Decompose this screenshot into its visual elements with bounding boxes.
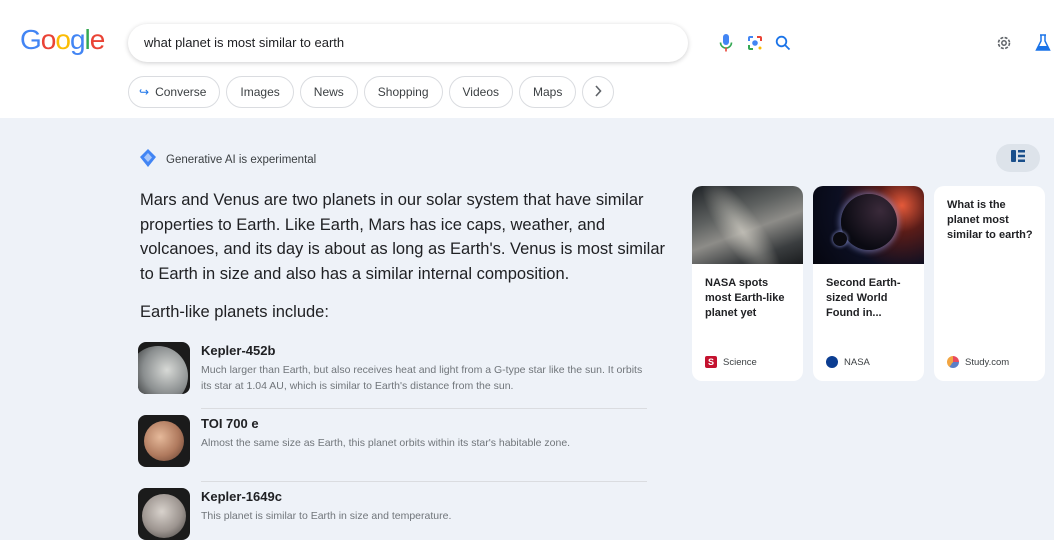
source-name: Study.com — [965, 356, 1010, 368]
logo-letter: g — [69, 24, 86, 55]
search-box[interactable]: what planet is most similar to earth — [128, 24, 791, 62]
kepler-1649c-image — [138, 488, 190, 540]
planet-thumbnail — [813, 186, 924, 264]
chip-images[interactable]: Images — [226, 76, 294, 108]
chip-converse[interactable]: ↪ Converse — [128, 76, 221, 108]
google-logo[interactable]: Google — [20, 24, 106, 56]
search-input[interactable]: what planet is most similar to earth — [144, 35, 344, 50]
chevron-right-icon — [594, 84, 602, 100]
source-name: Science — [723, 356, 757, 368]
logo-letter: e — [89, 24, 106, 55]
list-item[interactable]: Kepler-1649c This planet is similar to E… — [138, 488, 651, 540]
sge-sparkle-icon — [138, 148, 158, 171]
chip-label: Converse — [155, 85, 207, 99]
milky-way-thumbnail — [692, 186, 803, 264]
nasa-logo-icon — [826, 356, 838, 368]
settings-gear-icon[interactable] — [993, 32, 1015, 54]
planet-description: Much larger than Earth, but also receive… — [201, 364, 643, 392]
card-source: S Science — [705, 356, 757, 368]
card-title: NASA spots most Earth-like planet yet — [705, 277, 785, 319]
labs-flask-icon[interactable] — [1032, 32, 1054, 54]
list-item[interactable]: TOI 700 e Almost the same size as Earth,… — [138, 415, 651, 467]
divider — [201, 408, 647, 409]
source-card[interactable]: NASA spots most Earth-like planet yet S … — [692, 186, 803, 381]
search-filter-chips: ↪ Converse Images News Shopping Videos M… — [128, 76, 615, 108]
divider — [201, 481, 647, 482]
toi-700e-image — [138, 415, 190, 467]
layout-panel-icon — [1011, 149, 1025, 167]
logo-letter: G — [20, 24, 42, 55]
microphone-icon[interactable] — [716, 33, 736, 53]
lens-icon[interactable] — [745, 33, 765, 53]
chips-more-button[interactable] — [582, 76, 615, 108]
logo-letter: o — [40, 24, 57, 55]
kepler-452b-image — [138, 342, 190, 394]
source-card[interactable]: Second Earth-sized World Found in... NAS… — [813, 186, 924, 381]
logo-letter: o — [55, 24, 71, 55]
chip-maps[interactable]: Maps — [519, 76, 577, 108]
header: Google what planet is most similar to ea… — [0, 0, 1054, 118]
planet-name: Kepler-452b — [201, 343, 276, 358]
list-item[interactable]: Kepler-452b Much larger than Earth, but … — [138, 342, 651, 394]
chip-videos[interactable]: Videos — [448, 76, 513, 108]
converse-arrow-icon: ↪ — [139, 85, 150, 99]
planet-name: TOI 700 e — [201, 416, 259, 431]
generative-ai-text: Generative AI is experimental — [166, 153, 317, 166]
study-com-logo-icon — [947, 356, 959, 368]
chip-news[interactable]: News — [299, 76, 358, 108]
science-logo-icon: S — [705, 356, 717, 368]
source-card[interactable]: What is the planet most similar to earth… — [934, 186, 1045, 381]
card-source: NASA — [826, 356, 870, 368]
planet-description: Almost the same size as Earth, this plan… — [201, 437, 571, 449]
search-icon[interactable] — [773, 33, 793, 53]
planet-name: Kepler-1649c — [201, 489, 282, 504]
planet-description: This planet is similar to Earth in size … — [201, 510, 452, 522]
earth-like-heading: Earth-like planets include: — [140, 303, 329, 321]
layout-toggle-button[interactable] — [996, 144, 1040, 172]
card-title: Second Earth-sized World Found in... — [826, 277, 901, 319]
card-title: What is the planet most similar to earth… — [947, 199, 1033, 241]
generative-ai-label: Generative AI is experimental — [138, 148, 316, 171]
source-name: NASA — [844, 356, 870, 368]
card-source: Study.com — [947, 356, 1009, 368]
chip-shopping[interactable]: Shopping — [363, 76, 443, 108]
ai-summary-text: Mars and Venus are two planets in our so… — [140, 191, 665, 283]
